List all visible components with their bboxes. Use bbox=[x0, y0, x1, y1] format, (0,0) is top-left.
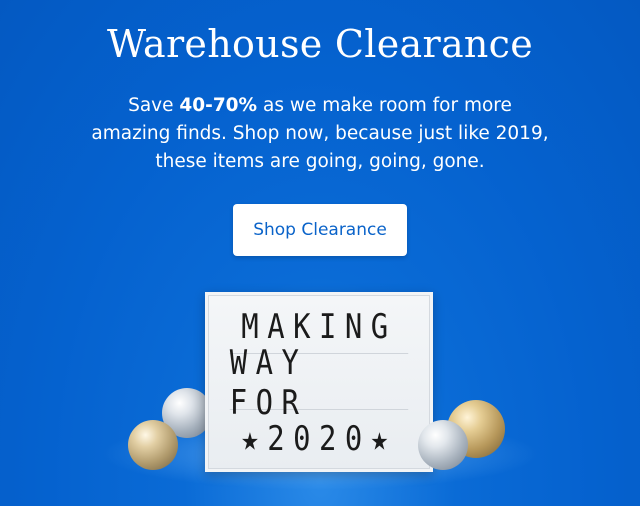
promo-text-pre: Save bbox=[128, 95, 180, 116]
lightbox-line-3: ★2020★ bbox=[241, 419, 397, 459]
discount-highlight: 40-70% bbox=[179, 95, 258, 116]
lightbox-sign: MAKING WAY FOR ★2020★ bbox=[205, 292, 433, 472]
gold-ornament-left bbox=[128, 420, 178, 470]
silver-ornament-right bbox=[418, 420, 468, 470]
lightbox-line-2: WAY FOR bbox=[229, 343, 409, 423]
hero-image: MAKING WAY FOR ★2020★ bbox=[0, 280, 640, 506]
shop-clearance-button[interactable]: Shop Clearance bbox=[233, 204, 407, 256]
promo-text: Save 40-70% as we make room for more ama… bbox=[90, 92, 550, 176]
page-title: Warehouse Clearance bbox=[106, 22, 534, 66]
